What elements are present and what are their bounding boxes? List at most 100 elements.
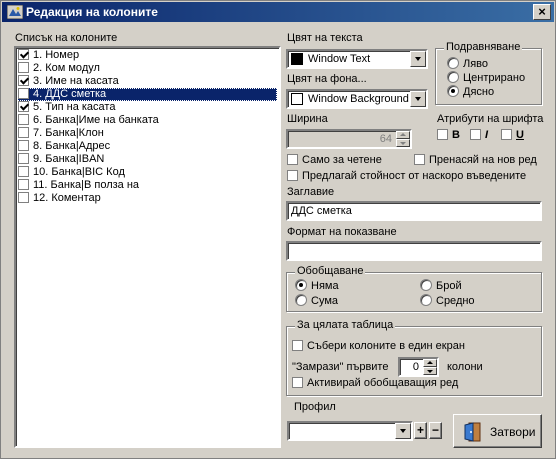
aggregate-count-radio[interactable]: Брой	[420, 279, 462, 292]
format-label: Формат на показване	[287, 226, 397, 238]
list-item-label: 11. Банка|В полза на	[33, 179, 140, 191]
list-item-label: 3. Име на касата	[33, 75, 119, 87]
read-only-checkbox[interactable]: Само за четене	[287, 154, 382, 166]
title-bar[interactable]: Редакция на колоните ×	[2, 2, 554, 22]
list-item[interactable]: 6. Банка|Име на банката	[18, 114, 277, 127]
checkbox-icon[interactable]	[18, 127, 29, 138]
spin-up-icon[interactable]	[423, 359, 437, 367]
radio-icon	[447, 85, 459, 97]
font-attrs-label: Атрибути на шрифта	[437, 113, 544, 125]
spinner-buttons[interactable]	[423, 359, 437, 375]
aggregate-sum-label: Сума	[311, 295, 339, 307]
close-icon[interactable]: ×	[533, 4, 551, 20]
align-center-label: Центрирано	[463, 72, 526, 84]
suggest-checkbox[interactable]: Предлагай стойност от наскоро въведените	[287, 170, 526, 182]
spinner-buttons[interactable]	[396, 131, 410, 147]
wrap-checkbox[interactable]: Пренасяй на нов ред	[414, 154, 537, 166]
list-item[interactable]: 2. Ком модул	[18, 62, 277, 75]
list-item-label: 5. Тип на касата	[33, 101, 116, 113]
checkbox-icon[interactable]	[18, 88, 29, 99]
chevron-down-icon[interactable]	[410, 51, 426, 67]
checkbox-icon[interactable]	[18, 192, 29, 203]
checkbox-icon	[501, 129, 512, 140]
radio-icon	[295, 294, 307, 306]
checkbox-icon[interactable]	[18, 179, 29, 190]
profile-select[interactable]	[287, 421, 413, 441]
columns-listbox[interactable]: 1. Номер 2. Ком модул 3. Име на касата 4. Д…	[14, 46, 281, 448]
list-item[interactable]: 5. Тип на касата	[18, 101, 277, 114]
caption-value: ДДС сметка	[291, 205, 352, 217]
dialog-window: Редакция на колоните × Списък на колонит…	[0, 0, 556, 459]
remove-profile-button[interactable]: −	[429, 422, 442, 439]
list-item[interactable]: 7. Банка|Клон	[18, 127, 277, 140]
text-color-select[interactable]: Window Text	[286, 49, 428, 69]
spin-down-icon[interactable]	[423, 367, 437, 375]
aggregate-label: Обобщаване	[295, 265, 366, 277]
aggregate-none-radio[interactable]: Няма	[295, 279, 339, 292]
list-item-label: 7. Банка|Клон	[33, 127, 104, 139]
wrap-label: Пренасяй на нов ред	[429, 154, 537, 166]
radio-icon	[295, 279, 307, 291]
checkbox-icon[interactable]	[18, 75, 29, 86]
checkbox-icon	[437, 129, 448, 140]
checkbox-icon[interactable]	[18, 166, 29, 177]
list-item-label: 10. Банка|BIC Код	[33, 166, 125, 178]
list-item[interactable]: 4. ДДС сметка	[18, 88, 277, 101]
list-item[interactable]: 1. Номер	[18, 49, 277, 62]
list-item[interactable]: 3. Име на касата	[18, 75, 277, 88]
text-color-label: Цвят на текста	[287, 32, 363, 44]
list-item-label: 4. ДДС сметка	[33, 88, 107, 100]
checkbox-icon[interactable]	[18, 153, 29, 164]
read-only-label: Само за четене	[302, 154, 382, 166]
list-item[interactable]: 9. Банка|IBAN	[18, 153, 277, 166]
format-input[interactable]	[286, 241, 542, 261]
aggregate-avg-radio[interactable]: Средно	[420, 294, 475, 307]
profile-label: Профил	[294, 401, 336, 413]
list-item[interactable]: 12. Коментар	[18, 192, 277, 205]
activate-summary-checkbox[interactable]: Активирай обобщаващия ред	[292, 377, 458, 389]
close-button[interactable]: Затвори	[453, 414, 542, 448]
fit-screen-checkbox[interactable]: Събери колоните в един екран	[292, 340, 465, 352]
spin-down-icon[interactable]	[396, 139, 410, 147]
checkbox-icon	[287, 154, 298, 165]
width-label: Ширина	[287, 113, 328, 125]
app-icon	[7, 5, 23, 19]
checkbox-icon[interactable]	[18, 49, 29, 60]
aggregate-sum-radio[interactable]: Сума	[295, 294, 338, 307]
list-item-label: 6. Банка|Име на банката	[33, 114, 159, 126]
checkbox-icon	[470, 129, 481, 140]
back-color-value: Window Background	[308, 93, 409, 105]
columns-label: Списък на колоните	[15, 32, 118, 44]
chevron-down-icon[interactable]	[395, 423, 411, 439]
align-left-radio[interactable]: Ляво	[447, 57, 488, 70]
add-profile-button[interactable]: +	[414, 422, 427, 439]
back-color-swatch	[291, 93, 303, 105]
align-center-radio[interactable]: Центрирано	[447, 71, 525, 84]
chevron-down-icon[interactable]	[410, 91, 426, 107]
radio-icon	[447, 71, 459, 83]
back-color-label: Цвят на фона...	[287, 73, 367, 85]
underline-checkbox[interactable]: U	[501, 129, 524, 141]
checkbox-icon[interactable]	[18, 114, 29, 125]
radio-icon	[420, 294, 432, 306]
list-item[interactable]: 11. Банка|В полза на	[18, 179, 277, 192]
italic-checkbox[interactable]: I	[470, 129, 488, 141]
caption-input[interactable]: ДДС сметка	[286, 201, 542, 221]
bold-checkbox[interactable]: B	[437, 129, 460, 141]
checkbox-icon[interactable]	[18, 140, 29, 151]
align-right-radio[interactable]: Дясно	[447, 85, 494, 98]
text-color-swatch	[291, 53, 303, 65]
list-item[interactable]: 8. Банка|Адрес	[18, 140, 277, 153]
list-item-label: 2. Ком модул	[33, 62, 100, 74]
checkbox-icon[interactable]	[18, 62, 29, 73]
width-value: 64	[379, 133, 392, 145]
door-exit-icon	[464, 422, 481, 442]
list-item[interactable]: 10. Банка|BIC Код	[18, 166, 277, 179]
spin-up-icon[interactable]	[396, 131, 410, 139]
freeze-columns-spinner[interactable]: 0	[398, 357, 439, 377]
freeze-suffix-label: колони	[447, 361, 483, 373]
caption-label: Заглавие	[287, 186, 335, 198]
back-color-select[interactable]: Window Background	[286, 89, 428, 109]
checkbox-icon[interactable]	[18, 101, 29, 112]
width-spinner[interactable]: 64	[286, 129, 412, 149]
